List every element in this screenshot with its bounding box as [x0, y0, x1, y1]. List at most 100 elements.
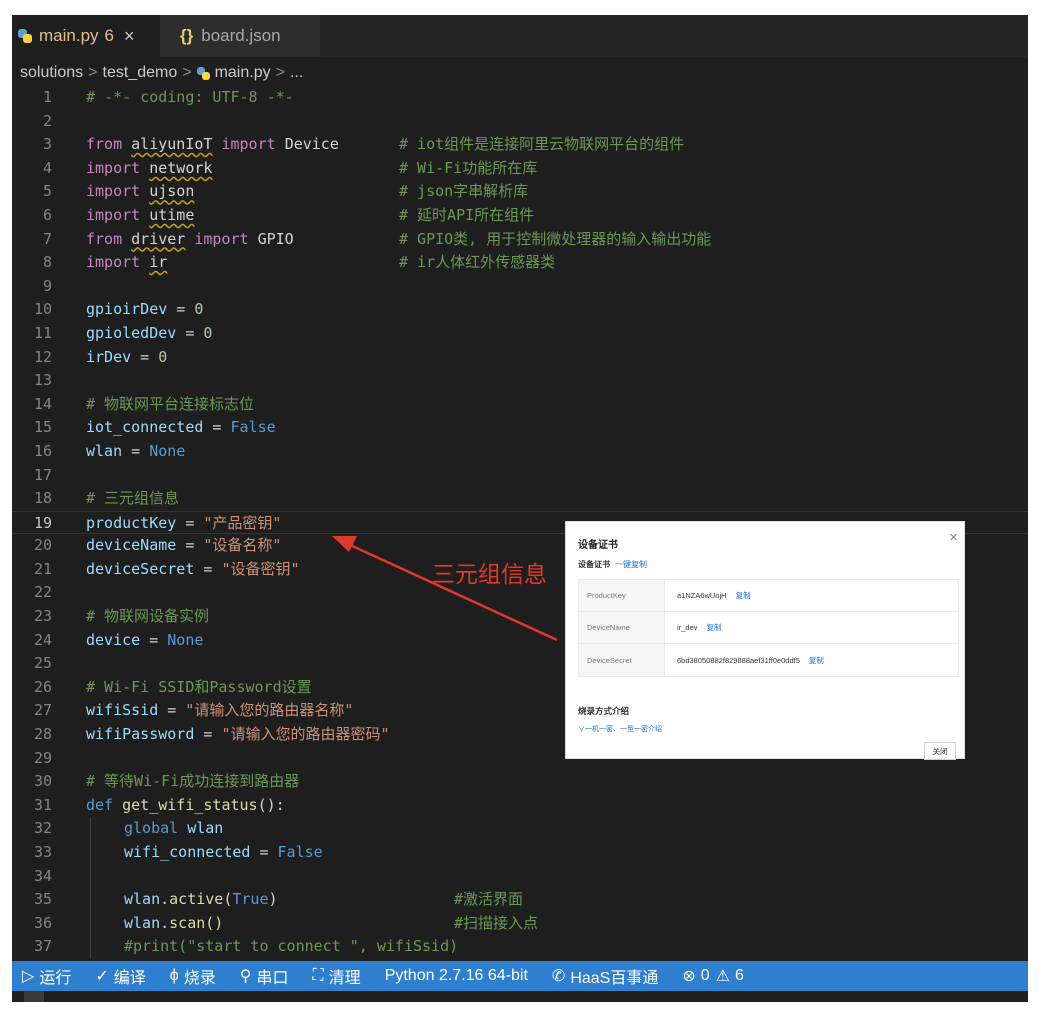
code-line[interactable]: 31 def get_wifi_status():: [12, 794, 1028, 818]
code-line[interactable]: 32 global wlan: [12, 817, 1028, 841]
code-text: wifi_connected = False: [124, 843, 323, 861]
code-line[interactable]: 17: [12, 464, 1028, 488]
line-number: 24: [33, 630, 52, 649]
credential-value: ir_dev 复制: [665, 612, 721, 643]
haas-label: HaaS百事通: [570, 970, 659, 987]
code-comment: # 物联网设备实例: [86, 607, 210, 626]
close-icon[interactable]: ×: [949, 529, 958, 546]
code-line[interactable]: 13: [12, 369, 1028, 393]
code-line[interactable]: 4 import network # Wi-Fi功能所在库: [12, 157, 1028, 181]
code-line[interactable]: 11 gpioledDev = 0: [12, 322, 1028, 346]
code-comment: # 三元组信息: [86, 489, 180, 508]
code-line[interactable]: 34: [12, 864, 1028, 889]
credential-key: ProductKey: [579, 580, 665, 611]
line-number: 9: [42, 276, 52, 295]
phone-icon: ✆: [551, 968, 566, 985]
breadcrumb-test-demo[interactable]: test_demo: [103, 64, 178, 82]
status-bar: ▷ 运行 ✓ 编译 ϕ 烧录 ⚲ 串口 ⛶ 清理 Python 2.7.16 64-bit…: [12, 961, 1028, 991]
code-comment: #print("start to connect ", wifiSsid): [124, 937, 459, 956]
burn-method-link[interactable]: ∨一机一密、一型一密介绍: [578, 724, 662, 734]
unresolved-import: aliyunIoT: [131, 135, 213, 154]
code-line[interactable]: 16 wlan = None: [12, 440, 1028, 464]
haas-helper[interactable]: ✆ HaaS百事通: [552, 964, 658, 988]
python-interpreter[interactable]: Python 2.7.16 64-bit: [385, 967, 528, 985]
code-line[interactable]: 9: [12, 275, 1028, 299]
line-number: 4: [42, 158, 52, 177]
burn-method-title: 烧录方式介绍: [578, 706, 630, 716]
problems-indicator[interactable]: ⊗ 0 ⚠ 6: [682, 966, 744, 986]
code-line[interactable]: 37 #print("start to connect ", wifiSsid): [12, 935, 1028, 959]
code-comment: # 等待Wi-Fi成功连接到路由器: [86, 772, 300, 791]
code-line[interactable]: 36 wlan.scan() #扫描接入点: [12, 911, 1028, 936]
code-text: from driver import GPIO: [86, 229, 294, 248]
line-number: 21: [33, 559, 52, 578]
breadcrumb-solutions[interactable]: solutions: [20, 64, 83, 82]
lightning-icon: ϕ: [169, 967, 179, 984]
code-line[interactable]: 7 from driver import GPIO # GPIO类, 用于控制微处理…: [12, 228, 1028, 252]
code-comment: # 延时API所在组件: [399, 205, 535, 224]
close-button[interactable]: 关闭: [924, 742, 956, 760]
code-line[interactable]: 1 # -*- coding: UTF-8 -*-: [12, 86, 1028, 110]
code-text: def get_wifi_status():: [86, 795, 285, 814]
line-number: 10: [33, 300, 52, 319]
copy-link[interactable]: 复制: [706, 622, 721, 633]
credential-value: 6bd38050882f829888aef31ff0e0ddf5 复制: [665, 644, 824, 676]
compile-button[interactable]: ✓ 编译: [95, 964, 145, 988]
code-line[interactable]: 8 import ir # ir人体红外传感器类: [12, 251, 1028, 275]
code-line[interactable]: 33 wifi_connected = False: [12, 841, 1028, 865]
code-line[interactable]: 5 import ujson # json字串解析库: [12, 180, 1028, 204]
copy-link[interactable]: 复制: [809, 655, 824, 666]
line-number: 1: [42, 88, 52, 106]
line-number: 14: [33, 394, 52, 413]
code-comment: # ir人体红外传感器类: [399, 253, 556, 272]
code-line[interactable]: 14 # 物联网平台连接标志位: [12, 393, 1028, 417]
code-line[interactable]: 30 # 等待Wi-Fi成功连接到路由器: [12, 770, 1028, 794]
unresolved-import: network: [149, 158, 213, 177]
problems-count: 6: [104, 26, 114, 45]
code-text: wlan = None: [86, 441, 186, 460]
line-number: 25: [33, 654, 52, 673]
code-comment: # 物联网平台连接标志位: [86, 394, 255, 413]
annotation-label: 三元组信息: [432, 562, 547, 588]
copy-all-link[interactable]: 一键复制: [615, 560, 647, 569]
code-text: import network: [86, 158, 213, 177]
code-line[interactable]: 12 irDev = 0: [12, 346, 1028, 370]
compile-label: 编译: [113, 970, 146, 987]
tab-main-py[interactable]: main.py 6 ×: [12, 15, 160, 57]
burn-button[interactable]: ϕ 烧录: [170, 964, 216, 988]
tab-close-icon[interactable]: ×: [124, 26, 135, 47]
serial-button[interactable]: ⚲ 串口: [240, 964, 289, 988]
clean-button[interactable]: ⛶ 清理: [312, 964, 360, 988]
run-button[interactable]: ▷ 运行: [22, 964, 71, 988]
code-line[interactable]: 10 gpioirDev = 0: [12, 298, 1028, 322]
line-number: 35: [33, 890, 52, 909]
line-number: 20: [33, 536, 52, 555]
credential-value: a1NZA6wUojH 复制: [665, 580, 751, 611]
code-text: deviceSecret = "设备密钥": [86, 559, 300, 578]
indent-guide: [90, 864, 91, 889]
breadcrumb-main-py[interactable]: main.py: [215, 64, 271, 82]
copy-link[interactable]: 复制: [736, 590, 751, 601]
warning-count: 6: [735, 967, 744, 984]
code-text: irDev = 0: [86, 347, 168, 366]
credential-key: DeviceSecret: [579, 644, 665, 676]
line-number: 8: [42, 253, 52, 272]
code-line[interactable]: 15 iot_connected = False: [12, 416, 1028, 440]
code-line[interactable]: 35 wlan.active(True) #激活界面: [12, 888, 1028, 912]
code-text: global wlan: [124, 819, 224, 838]
breadcrumb-symbols[interactable]: ...: [290, 64, 303, 82]
tab-board-json[interactable]: {} board.json: [160, 15, 320, 57]
code-text: gpioledDev = 0: [86, 323, 213, 342]
credential-row: DeviceName ir_dev 复制: [579, 612, 958, 644]
code-line[interactable]: 18 # 三元组信息: [12, 487, 1028, 511]
line-number: 17: [33, 465, 52, 484]
code-text: wlan.active(True): [124, 890, 278, 909]
code-line[interactable]: 2: [12, 110, 1028, 134]
unresolved-import: ir: [149, 253, 168, 272]
code-line[interactable]: 6 import utime # 延时API所在组件: [12, 204, 1028, 228]
credential-row: DeviceSecret 6bd38050882f829888aef31ff0e…: [579, 644, 958, 676]
code-text: wifiPassword = "请输入您的路由器密码": [86, 725, 390, 744]
unresolved-import: utime: [149, 205, 195, 224]
tab-title: main.py: [39, 26, 99, 45]
code-line[interactable]: 3 from aliyunIoT import Device # iot组件是连接阿…: [12, 133, 1028, 157]
